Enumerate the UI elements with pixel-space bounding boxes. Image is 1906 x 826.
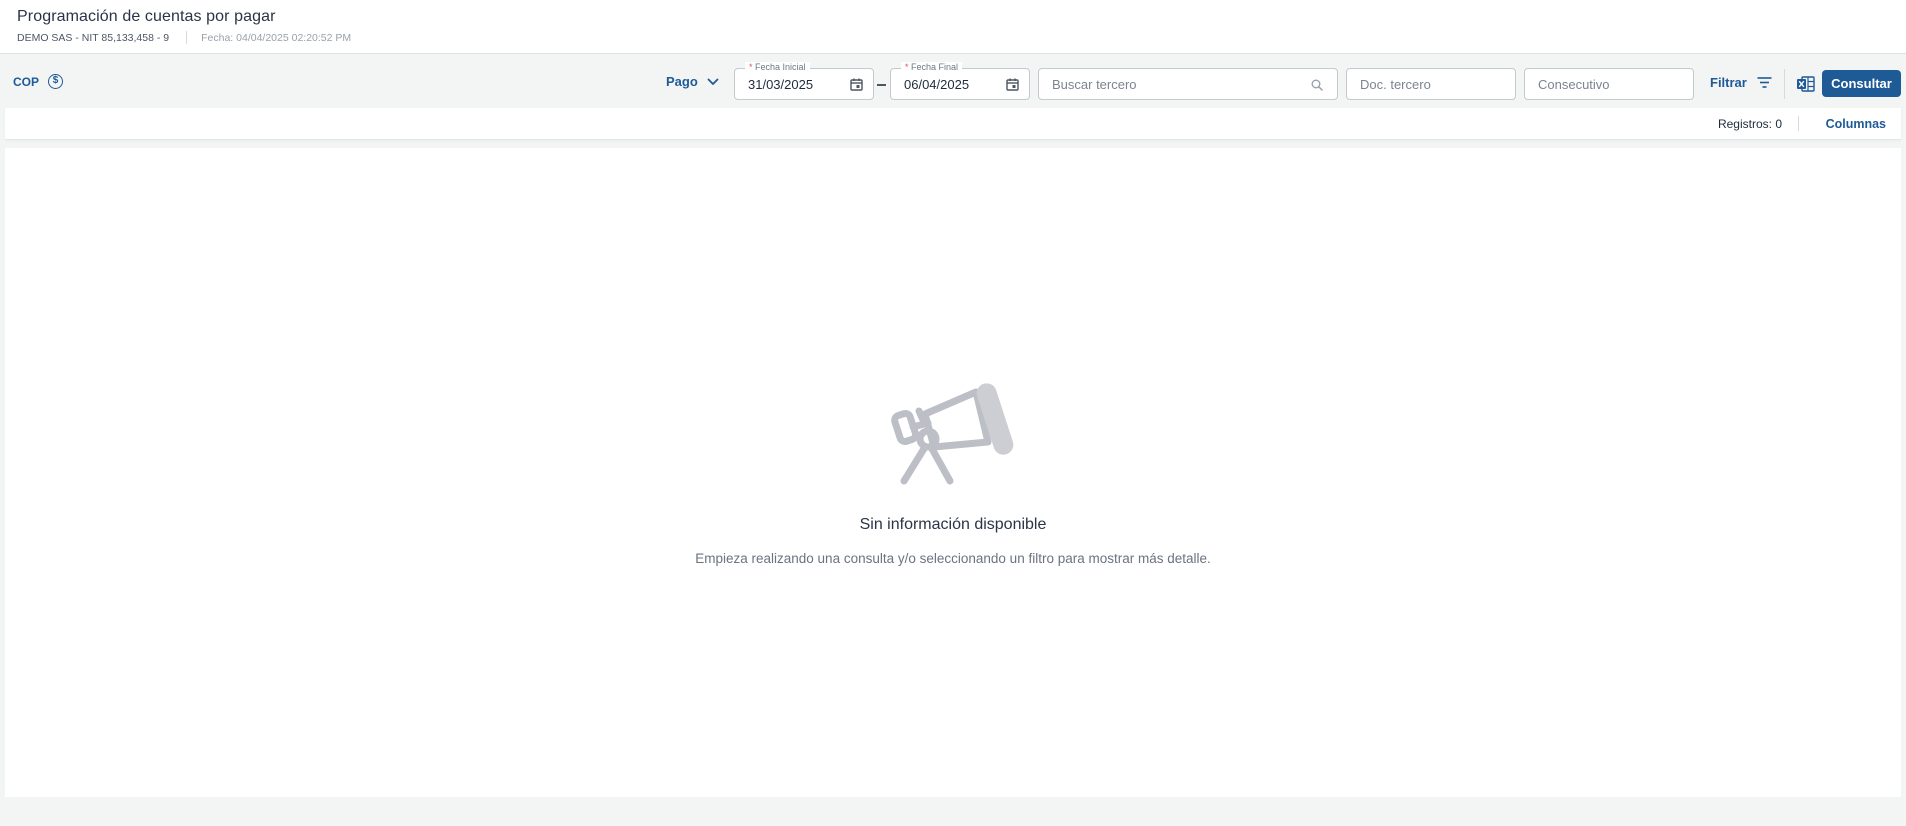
- filter-label: Filtrar: [1710, 75, 1747, 90]
- currency-label: COP: [13, 74, 40, 89]
- consecutive-input[interactable]: [1525, 69, 1693, 99]
- start-date-field[interactable]: * Fecha Inicial 31/03/2025: [734, 62, 874, 100]
- divider: [1798, 116, 1799, 131]
- end-date-value: 06/04/2025: [904, 77, 970, 92]
- telescope-icon: [891, 383, 1014, 485]
- search-third-party-field[interactable]: [1038, 68, 1338, 100]
- currency-selector[interactable]: COP $: [13, 74, 64, 89]
- chevron-down-icon: [707, 78, 719, 85]
- header-subline: DEMO SAS - NIT 85,133,458 - 9 Fecha: 04/…: [17, 31, 351, 44]
- excel-export-icon[interactable]: [1797, 76, 1815, 92]
- toolbar: COP $ Pago * Fecha Inicial 31/03/2025 * …: [0, 55, 1906, 107]
- empty-state-subtitle: Empieza realizando una consulta y/o sele…: [695, 551, 1211, 566]
- end-date-field[interactable]: * Fecha Final 06/04/2025: [890, 62, 1030, 100]
- start-date-value: 31/03/2025: [748, 77, 814, 92]
- filter-icon: [1757, 77, 1772, 88]
- consecutive-field[interactable]: [1524, 68, 1694, 100]
- mode-dropdown[interactable]: Pago: [666, 74, 719, 89]
- dollar-circle-icon: $: [48, 74, 64, 89]
- doc-third-party-field[interactable]: [1346, 68, 1516, 100]
- search-icon[interactable]: [1311, 79, 1323, 91]
- start-date-label: * Fecha Inicial: [745, 62, 810, 73]
- doc-input[interactable]: [1347, 69, 1515, 99]
- date-range-dash: [877, 84, 886, 86]
- end-date-label: * Fecha Final: [901, 62, 963, 73]
- empty-state-title: Sin información disponible: [859, 516, 1047, 533]
- mode-label: Pago: [666, 74, 698, 89]
- columns-button[interactable]: Columnas: [1826, 117, 1886, 131]
- filter-button[interactable]: Filtrar: [1710, 75, 1772, 90]
- records-count: Registros: 0: [1717, 117, 1782, 131]
- company-info: DEMO SAS - NIT 85,133,458 - 9: [17, 31, 170, 44]
- page-title: Programación de cuentas por pagar: [17, 8, 276, 25]
- divider: [186, 31, 188, 44]
- divider: [1784, 69, 1785, 99]
- search-input[interactable]: [1039, 69, 1337, 99]
- page-header: Programación de cuentas por pagar DEMO S…: [0, 0, 1906, 54]
- calendar-icon[interactable]: [1006, 78, 1019, 91]
- calendar-icon[interactable]: [850, 78, 863, 91]
- consult-button[interactable]: Consultar: [1822, 70, 1901, 97]
- report-date: Fecha: 04/04/2025 02:20:52 PM: [201, 31, 352, 44]
- results-panel: Sin información disponible Empieza reali…: [5, 148, 1901, 797]
- records-bar: Registros: 0 Columnas: [5, 108, 1901, 140]
